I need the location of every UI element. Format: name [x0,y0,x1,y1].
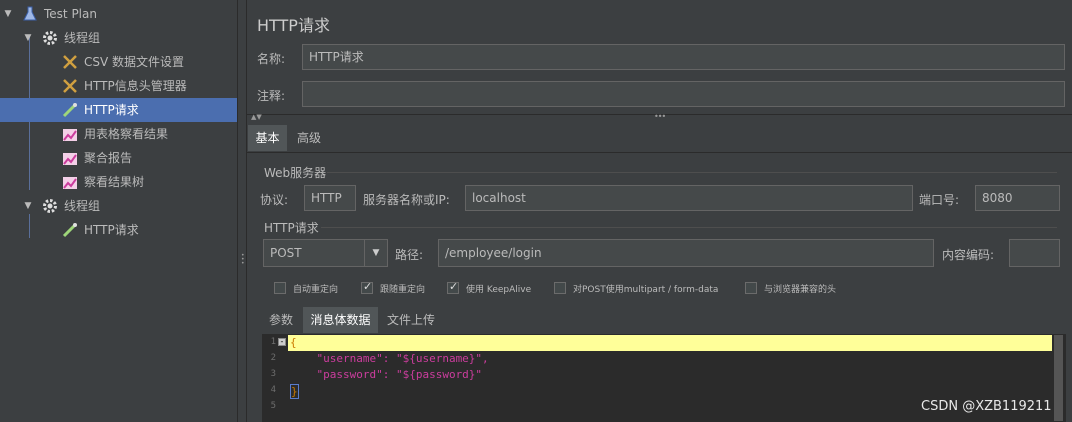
tree-item-thread-group-2[interactable]: ▼ 线程组 [0,194,237,218]
code-line: "username": "${username}", [290,352,489,365]
section-divider [327,172,1057,173]
section-web-server: Web服务器 [264,166,327,180]
option-label: 对POST使用multipart / form-data [573,285,719,295]
chart-icon [63,153,77,165]
line-number: 5 [270,401,276,411]
tab-basic[interactable]: 基本 [248,125,287,151]
protocol-field[interactable]: HTTP [304,185,356,211]
pipette-icon [62,223,77,238]
tree-item-thread-group[interactable]: ▼ 线程组 [0,26,237,50]
grip-icon: ••• [241,252,245,267]
checkbox-auto-redirect[interactable] [274,282,286,294]
tab-advanced[interactable]: 高级 [289,125,329,151]
port-field[interactable]: 8080 [975,185,1060,211]
line-number: 3 [270,369,276,379]
section-divider [321,227,1057,228]
tree-item-label: HTTP请求 [84,223,139,237]
path-field[interactable]: /employee/login [438,239,934,267]
comment-field[interactable] [302,81,1065,107]
option-label: 自动重定向 [293,285,339,295]
current-line-highlight [288,335,1052,351]
path-label: 路径: [395,248,424,262]
protocol-label: 协议: [260,193,289,207]
name-field[interactable]: HTTP请求 [302,44,1065,70]
method-value: POST [270,246,302,260]
tree-item-label: 聚合报告 [84,151,133,165]
checkbox-follow-redirect[interactable] [361,280,373,294]
vertical-splitter[interactable]: • • • [237,0,247,422]
code-line: { [290,336,297,349]
gear-icon [43,199,57,213]
pipette-icon [62,103,77,118]
tree-item-http-request-2[interactable]: HTTP请求 [0,218,237,242]
line-number: 1 [270,337,276,347]
tab-bar: 基本 高级 [247,124,1072,153]
wrench-icon [63,79,77,93]
tree-item-label: 线程组 [64,199,101,213]
tree-item-test-plan[interactable]: ▼ Test Plan [0,2,237,26]
option-label: 使用 KeepAlive [466,285,532,295]
tree-item-label: Test Plan [44,7,97,21]
tree-item-http-request-selected[interactable]: HTTP请求 [0,98,237,122]
expand-arrow-icon[interactable]: ▼ [22,194,34,218]
chevron-down-icon[interactable]: ▼ [364,240,387,266]
line-number: 4 [270,385,276,395]
tree-item-results-tree[interactable]: 察看结果树 [0,170,237,194]
name-label: 名称: [257,52,286,66]
watermark: CSDN @XZB119211 [921,399,1052,414]
fold-icon[interactable]: - [278,338,286,346]
tree-item-label: HTTP信息头管理器 [84,79,187,93]
tree-item-label: 用表格察看结果 [84,127,169,141]
expand-arrow-icon[interactable]: ▼ [2,2,14,26]
grip-icon: ••• [654,112,666,121]
tab-file-upload[interactable]: 文件上传 [381,307,441,333]
flask-icon [23,6,37,21]
encoding-field[interactable] [1009,239,1060,267]
editor-scrollbar[interactable] [1054,335,1063,421]
checkbox-multipart[interactable] [554,282,566,294]
port-label: 端口号: [919,193,960,207]
comment-label: 注释: [257,89,286,103]
code-line: } [290,384,299,399]
page-title: HTTP请求 [257,16,330,35]
tree-item-label: 线程组 [64,31,101,45]
encoding-label: 内容编码: [942,248,995,262]
tree-item-label: CSV 数据文件设置 [84,55,185,69]
code-line: "password": "${password}" [290,368,483,381]
chart-icon [63,129,77,141]
tree-item-csv-config[interactable]: CSV 数据文件设置 [0,50,237,74]
option-label: 与浏览器兼容的头 [764,285,837,295]
line-number: 2 [270,353,276,363]
server-field[interactable]: localhost [465,185,913,211]
server-label: 服务器名称或IP: [363,193,450,207]
tree-item-aggregate-report[interactable]: 聚合报告 [0,146,237,170]
expand-arrow-icon[interactable]: ▼ [22,26,34,50]
collapse-arrows-icon[interactable]: ▲▼ [251,113,262,121]
section-http-request: HTTP请求 [264,221,319,235]
method-select[interactable]: POST ▼ [263,239,388,267]
checkbox-browser-headers[interactable] [745,282,757,294]
option-label: 跟随重定向 [380,285,426,295]
tree-item-header-manager[interactable]: HTTP信息头管理器 [0,74,237,98]
tree-item-label: HTTP请求 [84,103,139,117]
gear-icon [43,31,57,45]
tab-body-data[interactable]: 消息体数据 [303,307,378,333]
checkbox-keepalive[interactable] [447,280,459,294]
wrench-icon [63,55,77,69]
tree-item-table-results[interactable]: 用表格察看结果 [0,122,237,146]
test-plan-tree[interactable]: ▼ Test Plan ▼ 线程组 CSV 数据文件设置 HTTP信息头管理器 … [0,0,237,422]
chart-icon [63,177,77,189]
tab-parameters[interactable]: 参数 [263,307,299,333]
tree-item-label: 察看结果树 [84,175,145,189]
